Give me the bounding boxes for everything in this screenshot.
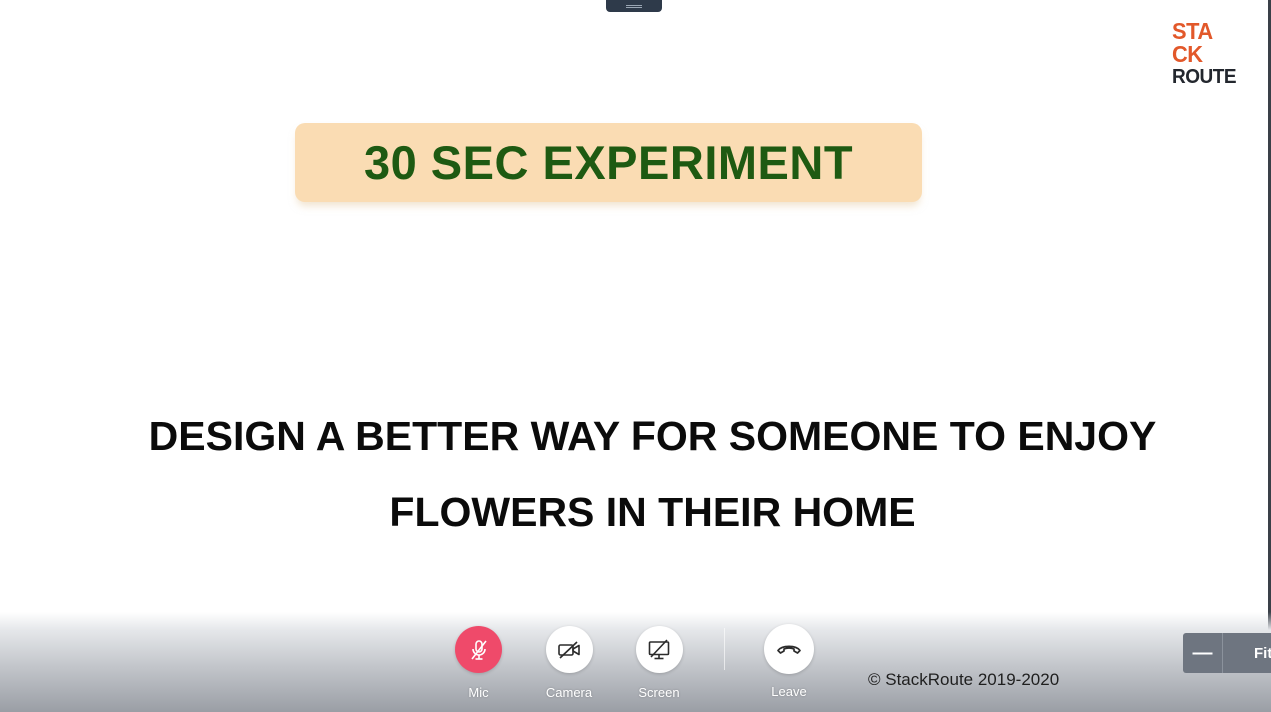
- logo-line-1: STA: [1172, 18, 1213, 44]
- camera-button[interactable]: Camera: [534, 626, 604, 700]
- slide-banner: 30 SEC EXPERIMENT: [295, 123, 922, 202]
- phone-hangup-icon: [777, 645, 801, 654]
- screen-share-off-icon: [648, 638, 670, 659]
- banner-title: 30 SEC EXPERIMENT: [363, 136, 854, 189]
- drag-handle-icon: [626, 4, 642, 8]
- leave-label: Leave: [771, 684, 807, 699]
- screen-share-button[interactable]: Screen: [624, 626, 694, 700]
- mic-label: Mic: [468, 685, 489, 700]
- screen-label: Screen: [638, 685, 680, 700]
- camera-circle: [545, 626, 593, 673]
- toolbar-divider: [724, 628, 725, 670]
- question-line-2: FLOWERS IN THEIR HOME: [389, 489, 916, 535]
- camera-off-icon: [558, 640, 580, 659]
- screen-circle: [635, 626, 683, 673]
- toolbar-toggle-handle[interactable]: [606, 0, 662, 12]
- leave-circle: [764, 624, 814, 674]
- logo-line-3: ROUTE: [1172, 66, 1237, 88]
- stackroute-logo: STA CK ROUTE: [1172, 18, 1237, 88]
- zoom-out-button[interactable]: —: [1183, 633, 1223, 673]
- mic-button[interactable]: Mic: [455, 626, 502, 700]
- slide-question: DESIGN A BETTER WAY FOR SOMEONE TO ENJOY…: [60, 398, 1245, 550]
- camera-label: Camera: [545, 685, 593, 700]
- mic-circle: [455, 626, 502, 673]
- zoom-controls: — Fit: [1183, 633, 1271, 673]
- leave-button[interactable]: Leave: [764, 624, 814, 699]
- zoom-fit-button[interactable]: Fit: [1223, 633, 1271, 673]
- meeting-stage: STA CK ROUTE 30 SEC EXPERIMENT DESIGN A …: [0, 0, 1271, 712]
- mic-off-icon: [470, 639, 487, 660]
- logo-line-2: CK: [1172, 41, 1203, 67]
- copyright-text: © StackRoute 2019-2020: [868, 670, 1060, 689]
- question-line-1: DESIGN A BETTER WAY FOR SOMEONE TO ENJOY: [148, 413, 1157, 459]
